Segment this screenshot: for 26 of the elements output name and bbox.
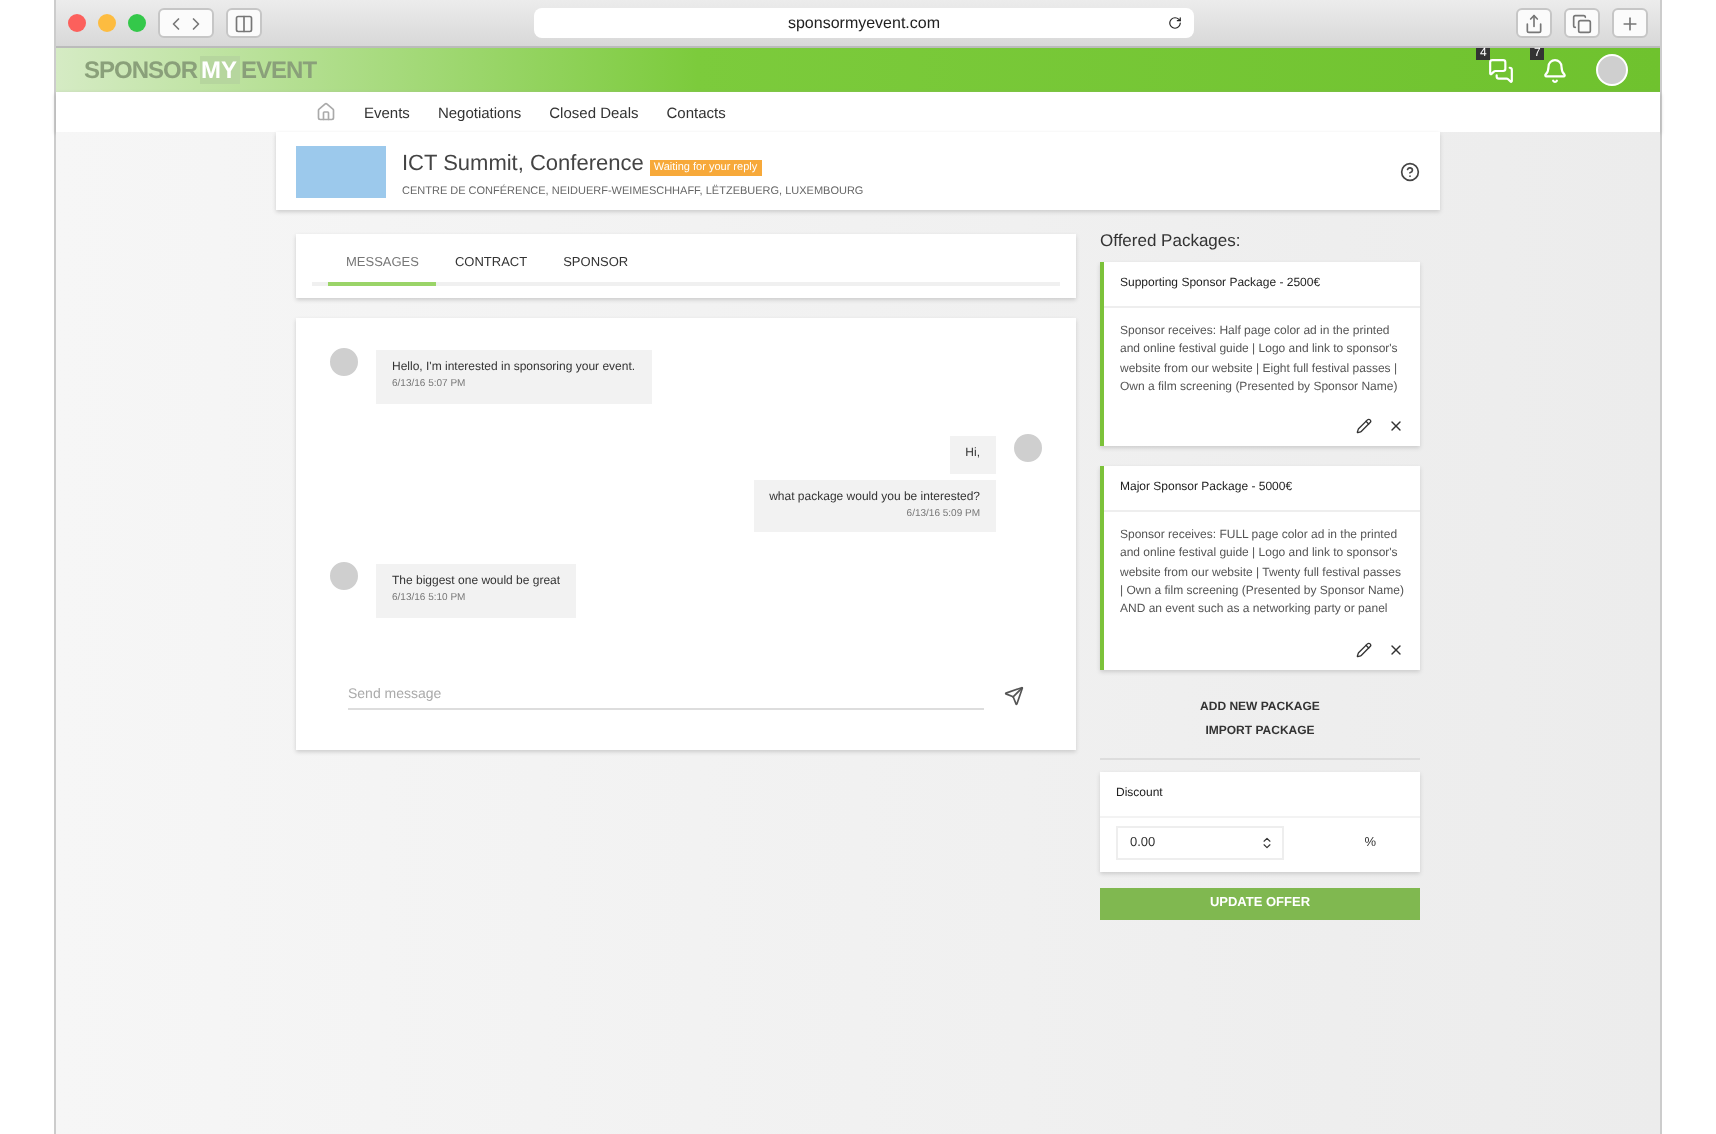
avatar[interactable] [1596, 54, 1628, 86]
sidebar-icon[interactable] [234, 13, 254, 33]
avatar [328, 346, 360, 378]
bell-icon[interactable] [1542, 57, 1568, 83]
send-icon[interactable] [1004, 686, 1024, 706]
new-tab-icon[interactable] [1620, 13, 1640, 33]
reload-icon[interactable] [1168, 16, 1182, 30]
edit-icon[interactable] [1356, 418, 1372, 435]
close-icon[interactable] [1388, 418, 1404, 435]
address-field[interactable]: sponsormyevent.com [534, 8, 1194, 38]
tabs-icon[interactable] [1572, 13, 1592, 33]
event-image [296, 145, 386, 197]
share-icon[interactable] [1524, 13, 1544, 33]
packages-heading: Offered Packages: [1100, 230, 1243, 250]
stepper-icon[interactable] [1260, 835, 1274, 850]
edit-icon[interactable] [1356, 641, 1372, 658]
avatar [1012, 431, 1044, 463]
close-icon[interactable] [1388, 641, 1404, 658]
minimize-dot[interactable] [98, 14, 116, 32]
chat-icon[interactable] [1488, 57, 1514, 83]
event-title: ICT Summit, Conference [402, 152, 644, 176]
avatar [328, 560, 360, 592]
close-dot[interactable] [68, 14, 86, 32]
zoom-dot[interactable] [128, 14, 146, 32]
home-icon[interactable] [316, 102, 336, 122]
help-icon[interactable] [1400, 161, 1420, 181]
